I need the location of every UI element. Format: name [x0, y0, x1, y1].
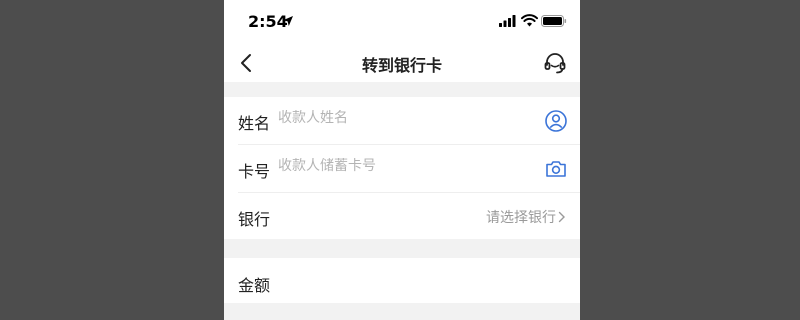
contact-icon[interactable] [544, 109, 568, 133]
amount-label: 金额 [238, 276, 271, 295]
headset-icon[interactable] [542, 50, 568, 76]
card-number-input[interactable] [278, 158, 518, 174]
status-bar: 2:54 [224, 0, 580, 44]
card-label: 卡号 [238, 162, 271, 181]
bank-select-text: 请选择银行 [486, 210, 556, 226]
camera-icon[interactable] [544, 157, 568, 181]
signal-icon [499, 15, 516, 27]
battery-icon [541, 15, 567, 27]
name-label: 姓名 [238, 114, 271, 133]
phone-screen: 2:54 转到银行卡 姓名 收款人姓名 卡号 收款人储蓄卡号 银行 请选择银行 … [224, 0, 580, 320]
bank-row[interactable]: 银行 请选择银行 [224, 193, 580, 240]
amount-section: 金额 [224, 258, 580, 303]
wifi-icon [521, 14, 538, 27]
bank-label: 银行 [238, 210, 271, 229]
nav-bar: 转到银行卡 [224, 44, 580, 82]
page-title: 转到银行卡 [361, 56, 442, 75]
recipient-form: 姓名 卡号 银行 请选择银行 [224, 97, 580, 239]
name-row: 姓名 [224, 97, 580, 144]
chevron-right-icon [558, 211, 565, 223]
location-arrow-icon [283, 16, 293, 26]
card-row: 卡号 [224, 145, 580, 192]
bank-select[interactable]: 请选择银行 [486, 207, 566, 227]
recipient-name-input[interactable] [278, 110, 518, 126]
